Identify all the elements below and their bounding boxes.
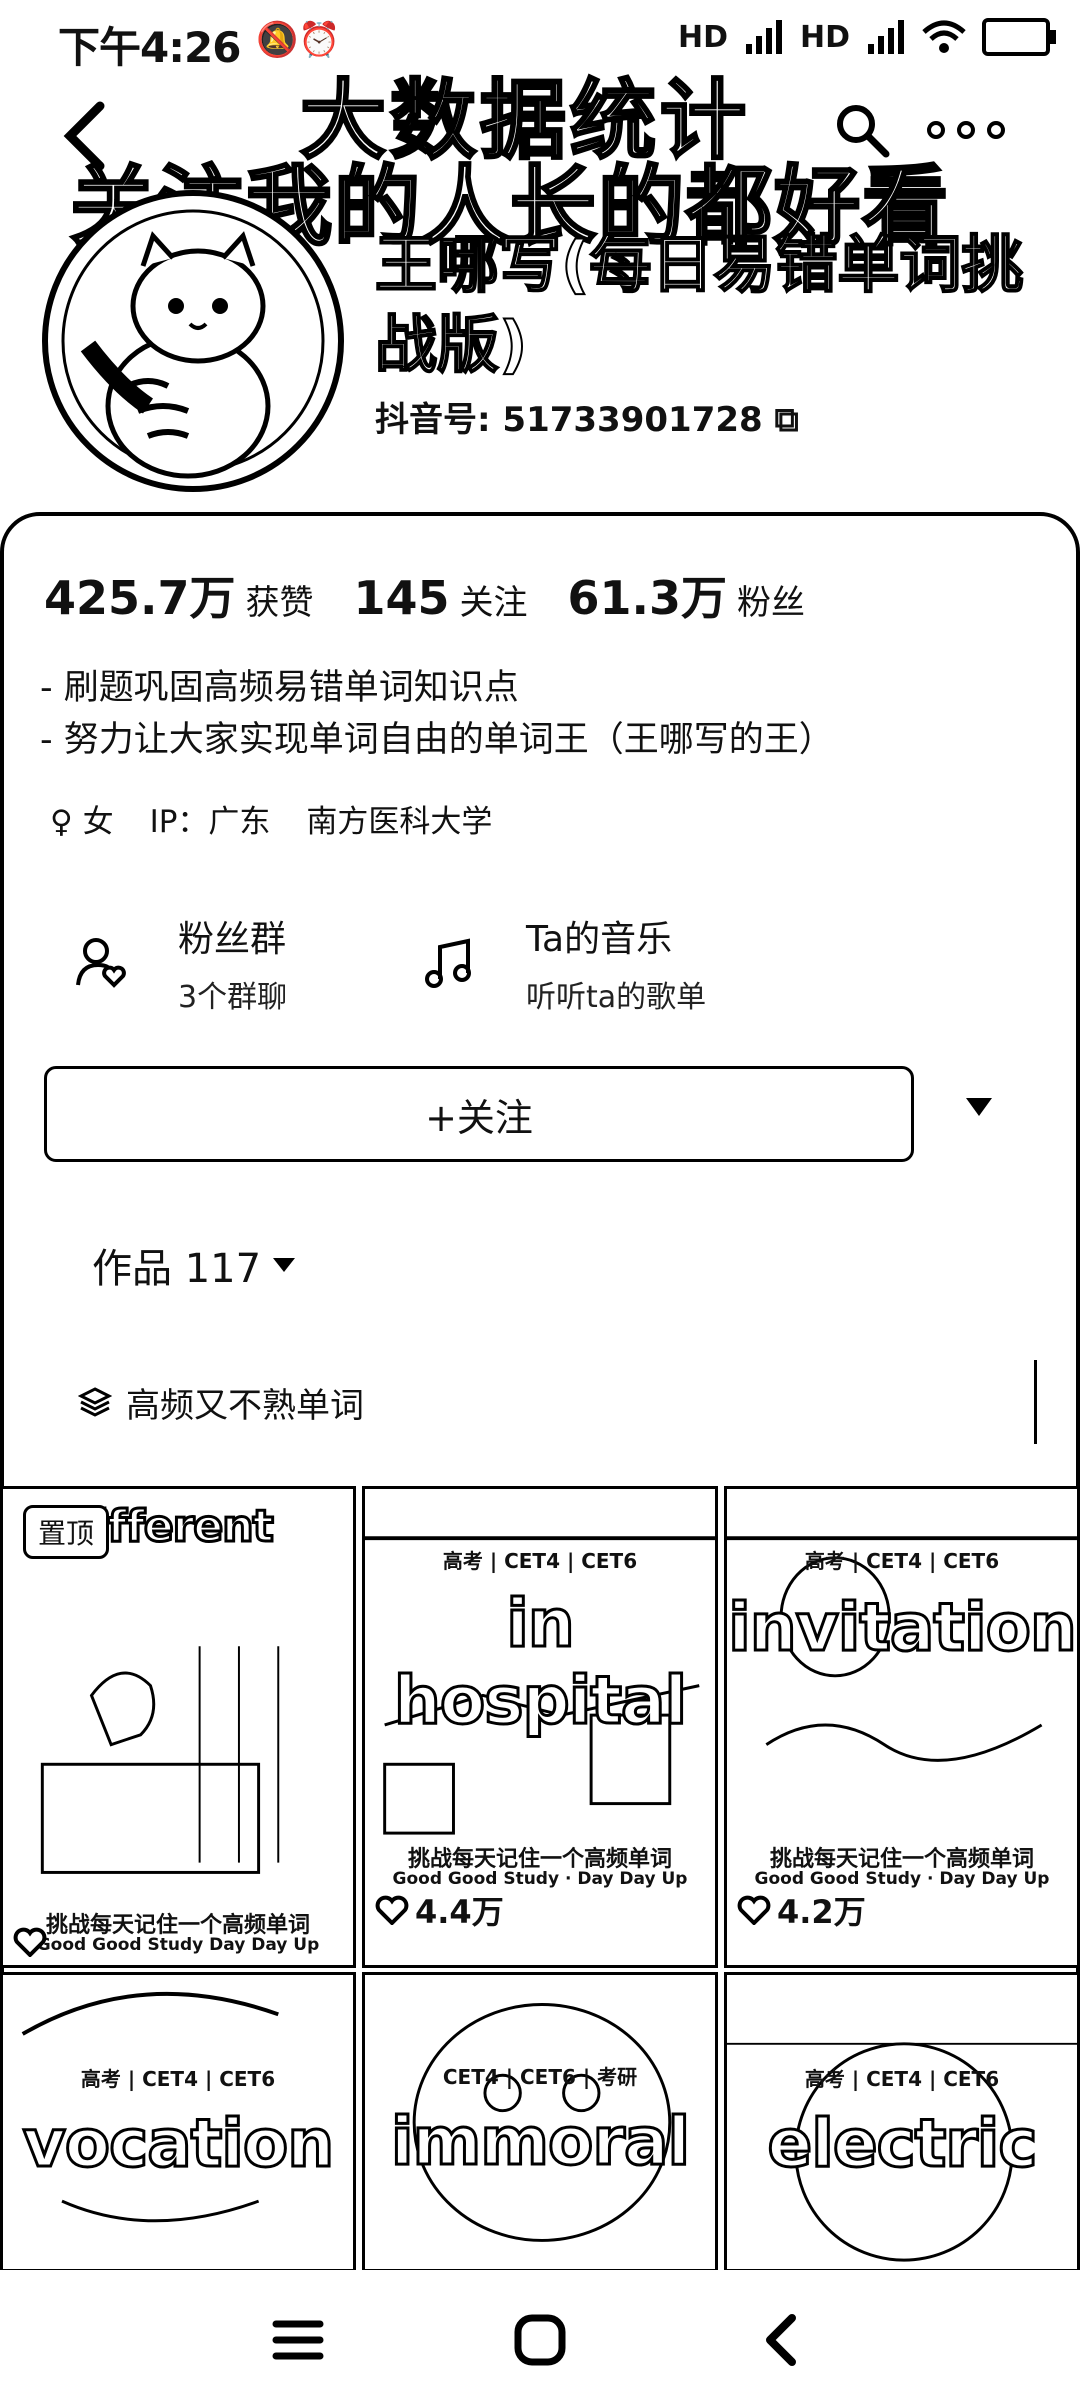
video-word: electric: [766, 2104, 1039, 2184]
chevron-down-icon: [273, 1258, 296, 1272]
avatar[interactable]: [42, 190, 344, 492]
profile-meta: ♀ 女 IP：广东 南方医科大学: [50, 796, 492, 841]
tab-works[interactable]: 作品 117: [92, 1236, 296, 1294]
video-slogan: Good Good Study Day Day Up: [36, 1935, 320, 1955]
video-tile[interactable]: 高考 | CET4 | CET6 invitation 挑战每天记住一个高频单词…: [724, 1486, 1080, 1968]
video-slogan: Good Good Study · Day Day Up: [754, 1869, 1050, 1889]
likes-count: 4.4万: [415, 1893, 504, 1931]
following-label: 关注: [459, 583, 528, 623]
ip-location: IP：广东: [149, 804, 271, 840]
status-time: 下午4:26: [58, 23, 241, 72]
stat-followers[interactable]: 61.3万 粉丝: [568, 562, 806, 628]
video-tile[interactable]: 高考 | CET4 | CET6 in hospital 挑战每天记住一个高频单…: [362, 1486, 718, 1968]
video-tags: CET4 | CET6 | 考研: [442, 2065, 638, 2089]
bio-line: - 努力让大家实现单词自由的单词王（王哪写的王）: [40, 720, 834, 760]
video-tags: 高考 | CET4 | CET6: [804, 1549, 1000, 1573]
more-options-icon[interactable]: [920, 102, 1020, 142]
profile-banner: 下午4:26 🔕⏰ HD HD 大数据统计 关注我的人长的都好看 王哪写(每日易…: [0, 0, 1080, 515]
fan-group-icon: [76, 938, 126, 988]
collection-entry[interactable]: 高频又不熟单词: [78, 1378, 364, 1427]
heart-icon: [375, 1895, 409, 1925]
likes-label: 获赞: [245, 583, 314, 623]
pinned-badge: 置顶: [23, 1505, 110, 1559]
layers-icon: [78, 1386, 112, 1417]
divider: [1034, 1360, 1037, 1444]
likes-badge: 4.2万: [737, 1887, 866, 1933]
copy-icon[interactable]: ⧉: [775, 400, 799, 440]
likes-badge: 4.4万: [375, 1887, 504, 1933]
home-icon[interactable]: [510, 2310, 570, 2370]
video-thumbnail: [40, 1646, 280, 1874]
bio: - 刷题巩固高频易错单词知识点 - 努力让大家实现单词自由的单词王（王哪写的王）: [40, 662, 834, 766]
video-tags: 高考 | CET4 | CET6: [80, 2067, 276, 2091]
stat-likes[interactable]: 425.7万 获赞: [44, 562, 314, 628]
heart-icon: [737, 1895, 771, 1925]
music-entry[interactable]: Ta的音乐 听听ta的歌单: [420, 910, 706, 1016]
likes-count: 4.2万: [777, 1893, 866, 1931]
bio-line: - 刷题巩固高频易错单词知识点: [40, 668, 519, 708]
collection-label: 高频又不熟单词: [126, 1386, 364, 1426]
video-word: immoral: [389, 2102, 691, 2182]
likes-badge: [13, 1927, 53, 1957]
cat-avatar-icon: [61, 209, 325, 479]
video-tags: 高考 | CET4 | CET6: [804, 2067, 1000, 2091]
back-icon[interactable]: [752, 2310, 812, 2370]
douyin-id-text: 抖音号: 51733901728: [375, 400, 763, 440]
music-sub: 听听ta的歌单: [526, 980, 707, 1015]
followers-label: 粉丝: [737, 583, 806, 623]
video-tile[interactable]: 高考 | CET4 | CET6 electric: [724, 1972, 1080, 2272]
video-tile[interactable]: different 置顶 挑战每天记住一个高频单词 Good Good Stud…: [0, 1486, 356, 1968]
music-title: Ta的音乐: [526, 919, 673, 960]
following-count: 145: [353, 571, 450, 625]
gender-tag: ♀ 女: [50, 796, 114, 841]
fan-group-title: 粉丝群: [178, 919, 287, 960]
back-arrow-icon[interactable]: [52, 96, 122, 176]
female-icon: ♀: [50, 804, 73, 840]
video-word: vocation: [21, 2104, 336, 2184]
signal-icon: [745, 20, 782, 54]
search-icon[interactable]: [832, 100, 892, 160]
school-tag[interactable]: 南方医科大学: [306, 796, 492, 841]
heart-icon: [13, 1927, 47, 1957]
profile-nickname: 王哪写(每日易错单词挑战版): [374, 227, 1024, 382]
wifi-icon: [922, 20, 966, 53]
gender-text: 女: [82, 804, 114, 840]
stats-row: 425.7万 获赞 145 关注 61.3万 粉丝: [44, 562, 845, 628]
battery-icon: [982, 18, 1056, 56]
video-word: invitation: [727, 1588, 1077, 1668]
video-tile[interactable]: 高考 | CET4 | CET6 vocation: [0, 1972, 356, 2272]
video-word: in hospital: [392, 1584, 688, 1741]
music-note-icon: [425, 938, 471, 988]
video-tags: 高考 | CET4 | CET6: [442, 1549, 638, 1573]
fan-group-sub: 3个群聊: [178, 980, 288, 1015]
likes-count: 425.7万: [44, 571, 236, 625]
works-tab-label: 作品 117: [92, 1246, 262, 1292]
video-tile[interactable]: CET4 | CET6 | 考研 immoral: [362, 1972, 718, 2272]
video-slogan: Good Good Study · Day Day Up: [392, 1869, 688, 1889]
signal-icon: [868, 20, 904, 54]
fan-group-entry[interactable]: 粉丝群 3个群聊: [72, 910, 287, 1016]
more-dropdown-icon[interactable]: [966, 1098, 992, 1116]
followers-count: 61.3万: [567, 571, 728, 625]
signal-hd-2: HD: [799, 19, 850, 55]
stat-following[interactable]: 145 关注: [354, 571, 528, 625]
recent-apps-icon[interactable]: [268, 2310, 328, 2370]
douyin-id[interactable]: 抖音号: 51733901728 ⧉: [375, 392, 799, 441]
system-nav-bar: [0, 2270, 1080, 2400]
follow-button[interactable]: +关注: [44, 1066, 914, 1162]
